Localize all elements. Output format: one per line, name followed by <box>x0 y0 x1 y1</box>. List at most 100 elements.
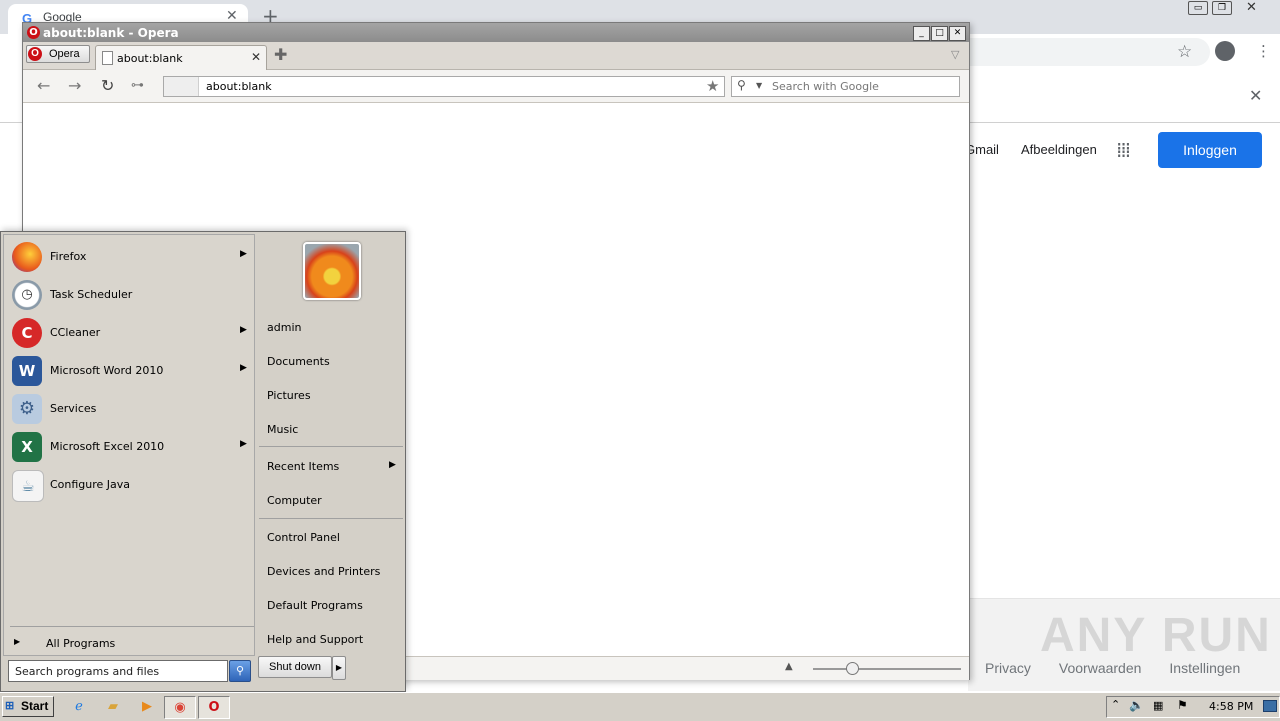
opera-taskbar-icon[interactable]: O <box>198 696 230 719</box>
gears-icon: ⚙ <box>12 394 42 424</box>
chrome-menu-icon[interactable]: ⋮ <box>1256 42 1271 60</box>
shutdown-button[interactable]: Shut down <box>258 656 332 678</box>
zoom-slider-track[interactable] <box>813 668 961 670</box>
page-icon <box>102 51 113 65</box>
close-icon[interactable]: ✕ <box>949 26 966 41</box>
apps-grid-icon[interactable]: ⁞⁞⁞ <box>1116 138 1131 162</box>
start-search-placeholder: Search programs and files <box>15 665 160 678</box>
anyrun-watermark: ANY RUN <box>1040 609 1272 662</box>
excel-icon: X <box>12 432 42 462</box>
address-bar[interactable]: about:blank ★ <box>163 76 725 97</box>
link-computer[interactable]: Computer <box>267 494 322 507</box>
system-tray: ⌃ 🔈 ▦ ⚑ 4:58 PM <box>1106 696 1280 718</box>
search-engine-dropdown-icon[interactable]: ▼ <box>756 81 762 90</box>
program-excel[interactable]: X Microsoft Excel 2010 ▶ <box>8 428 252 464</box>
folder-icon[interactable]: ▰ <box>98 696 128 717</box>
link-devices-printers[interactable]: Devices and Printers <box>267 565 380 578</box>
volume-icon[interactable]: 🔈 <box>1129 698 1144 712</box>
forward-icon[interactable]: → <box>68 76 81 95</box>
terms-link[interactable]: Voorwaarden <box>1059 660 1142 676</box>
separator <box>259 446 403 447</box>
opera-menu-label: Opera <box>49 48 80 60</box>
program-ccleaner[interactable]: C CCleaner ▶ <box>8 314 252 350</box>
show-desktop-icon[interactable] <box>1263 700 1277 712</box>
chrome-taskbar-icon[interactable]: ◉ <box>164 696 196 719</box>
program-label: Services <box>50 402 97 415</box>
user-picture[interactable] <box>303 242 361 300</box>
link-user[interactable]: admin <box>267 321 301 334</box>
bookmark-star-icon[interactable]: ☆ <box>1177 42 1192 62</box>
program-firefox[interactable]: Firefox ▶ <box>8 238 252 274</box>
submenu-arrow-icon: ▶ <box>240 363 247 373</box>
program-label: Microsoft Word 2010 <box>50 364 164 377</box>
program-configure-java[interactable]: ☕ Configure Java <box>8 466 252 502</box>
link-help-support[interactable]: Help and Support <box>267 633 363 646</box>
zoom-slider-handle[interactable] <box>846 662 859 675</box>
wand-key-icon[interactable]: ⊶ <box>131 78 144 93</box>
program-label: Microsoft Excel 2010 <box>50 440 165 453</box>
action-center-flag-icon[interactable]: ⚑ <box>1177 698 1188 712</box>
restore-icon[interactable]: ❐ <box>1212 1 1232 15</box>
status-up-arrow-icon[interactable]: ▲ <box>785 661 793 672</box>
ie-icon[interactable]: ℯ <box>64 696 94 717</box>
chrome-window-controls: ▭ ❐ ✕ <box>1182 0 1280 18</box>
maximize-icon[interactable]: □ <box>931 26 948 41</box>
back-icon[interactable]: ← <box>37 76 50 95</box>
opera-tabbar: O Opera about:blank ✕ ✚ ▽ <box>23 42 969 70</box>
opera-window-title: about:blank - Opera <box>43 26 179 40</box>
start-button[interactable]: ⊞ Start <box>2 696 54 717</box>
chrome-omnibox[interactable] <box>960 38 1210 66</box>
shutdown-options-arrow-icon[interactable]: ▶ <box>332 656 346 680</box>
settings-link[interactable]: Instellingen <box>1169 660 1240 676</box>
tab-menu-chevron-icon[interactable]: ▽ <box>951 48 959 61</box>
tray-expand-icon[interactable]: ⌃ <box>1111 698 1120 711</box>
program-label: CCleaner <box>50 326 101 339</box>
search-icon[interactable]: ⚲ <box>229 660 251 682</box>
gmail-link[interactable]: Gmail <box>965 142 999 157</box>
reload-icon[interactable]: ↻ <box>101 76 114 95</box>
images-link[interactable]: Afbeeldingen <box>1021 142 1097 157</box>
opera-titlebar[interactable]: O about:blank - Opera _ □ ✕ <box>23 23 969 42</box>
opera-menu-button[interactable]: O Opera <box>26 45 90 63</box>
arrow-right-icon: ▶ <box>14 637 21 646</box>
program-word[interactable]: W Microsoft Word 2010 ▶ <box>8 352 252 388</box>
opera-logo-icon: O <box>28 47 42 61</box>
program-task-scheduler[interactable]: ◷ Task Scheduler <box>8 276 252 312</box>
bookmark-star-icon[interactable]: ★ <box>706 77 719 95</box>
all-programs-button[interactable]: ▶ All Programs <box>12 635 252 653</box>
separator <box>259 518 403 519</box>
tab-close-icon[interactable]: ✕ <box>251 50 261 64</box>
opera-navbar: ← → ↻ ⊶ about:blank ★ ⚲ ▼ Search with Go… <box>23 70 969 103</box>
program-services[interactable]: ⚙ Services <box>8 390 252 426</box>
windows-flag-icon: ⊞ <box>5 700 15 712</box>
link-pictures[interactable]: Pictures <box>267 389 311 402</box>
clock[interactable]: 4:58 PM <box>1209 700 1253 713</box>
ccleaner-icon: C <box>12 318 42 348</box>
google-footer-links: Privacy Voorwaarden Instellingen <box>985 660 1268 676</box>
search-icon: ⚲ <box>737 78 746 92</box>
minimize-icon[interactable]: ▭ <box>1188 1 1208 15</box>
signin-button[interactable]: Inloggen <box>1158 132 1262 168</box>
word-icon: W <box>12 356 42 386</box>
start-search-input[interactable]: Search programs and files <box>8 660 228 682</box>
new-tab-button[interactable]: ✚ <box>274 45 287 64</box>
close-icon[interactable]: ✕ <box>1246 0 1257 15</box>
minimize-icon[interactable]: _ <box>913 26 930 41</box>
link-recent-items[interactable]: Recent Items <box>267 460 339 473</box>
infobar-close-icon[interactable]: ✕ <box>1249 86 1262 105</box>
link-music[interactable]: Music <box>267 423 298 436</box>
profile-icon[interactable] <box>1215 41 1235 61</box>
link-control-panel[interactable]: Control Panel <box>267 531 340 544</box>
opera-logo-icon: O <box>27 26 40 39</box>
start-label: Start <box>21 699 49 713</box>
link-documents[interactable]: Documents <box>267 355 330 368</box>
opera-tab-about-blank[interactable]: about:blank ✕ <box>95 45 267 70</box>
program-label: Firefox <box>50 250 87 263</box>
search-field[interactable]: ⚲ ▼ Search with Google <box>731 76 960 97</box>
start-places-pane: admin Documents Pictures Music Recent It… <box>255 234 403 654</box>
network-icon[interactable]: ▦ <box>1153 699 1163 712</box>
privacy-link[interactable]: Privacy <box>985 660 1031 676</box>
link-default-programs[interactable]: Default Programs <box>267 599 363 612</box>
media-player-icon[interactable]: ▶ <box>132 696 162 717</box>
program-label: Configure Java <box>50 478 131 491</box>
